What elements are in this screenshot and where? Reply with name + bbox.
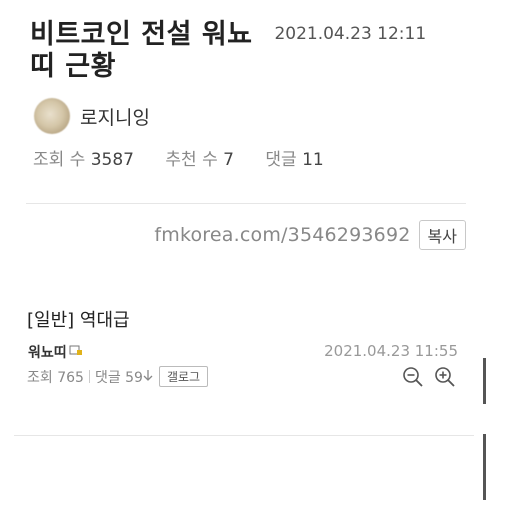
views-count: 3587 xyxy=(90,150,134,170)
url-row: fmkorea.com/3546293692 복사 xyxy=(154,220,466,250)
views-stat: 조회 수 3587 xyxy=(33,150,139,170)
post-title-line2: 띠 근황 xyxy=(30,51,116,82)
copy-button[interactable]: 복사 xyxy=(418,220,466,250)
embedded-comments[interactable]: 댓글 59 xyxy=(95,367,143,387)
avatar[interactable] xyxy=(34,98,70,134)
post-header: 비트코인 전설 워뇨 2021.04.23 12:11 띠 근황 xyxy=(30,18,470,83)
embedded-post-author[interactable]: 워뇨띠 xyxy=(28,342,83,362)
embedded-post-stats: 조회 765 댓글 59 갤로그 xyxy=(27,366,209,387)
comments-count: 11 xyxy=(302,150,324,170)
embedded-post-title[interactable]: [일반] 역대급 xyxy=(27,306,130,332)
stats-separator xyxy=(88,370,90,383)
gallery-button[interactable]: 갤로그 xyxy=(158,366,209,387)
author-name[interactable]: 로지니잉 xyxy=(80,103,150,130)
scroll-indicator[interactable] xyxy=(483,434,486,500)
recommend-label: 추천 수 xyxy=(165,150,218,170)
recommend-count: 7 xyxy=(223,150,234,170)
zoom-out-icon[interactable] xyxy=(402,366,424,388)
post-stats: 조회 수 3587 추천 수 7 댓글 11 xyxy=(33,145,350,170)
scroll-indicator[interactable] xyxy=(483,358,486,404)
divider xyxy=(26,203,466,204)
arrow-down-icon[interactable] xyxy=(143,369,153,385)
comments-label: 댓글 xyxy=(265,150,297,170)
embedded-post-date: 2021.04.23 11:55 xyxy=(324,342,458,360)
post-date: 2021.04.23 12:11 xyxy=(274,24,427,44)
recommend-stat: 추천 수 7 xyxy=(165,150,239,170)
embedded-views: 조회 765 xyxy=(27,369,84,386)
views-label: 조회 수 xyxy=(33,150,86,170)
embedded-author-name[interactable]: 워뇨띠 xyxy=(28,342,67,362)
comments-stat[interactable]: 댓글 11 xyxy=(265,150,323,170)
divider xyxy=(14,435,474,436)
post-title-line1: 비트코인 전설 워뇨 xyxy=(30,19,253,50)
post-url[interactable]: fmkorea.com/3546293692 xyxy=(154,224,410,246)
post-title: 비트코인 전설 워뇨 2021.04.23 12:11 띠 근황 xyxy=(30,18,470,83)
author-row[interactable]: 로지니잉 xyxy=(34,98,150,134)
zoom-in-icon[interactable] xyxy=(434,366,456,388)
level-badge-icon xyxy=(69,344,83,360)
